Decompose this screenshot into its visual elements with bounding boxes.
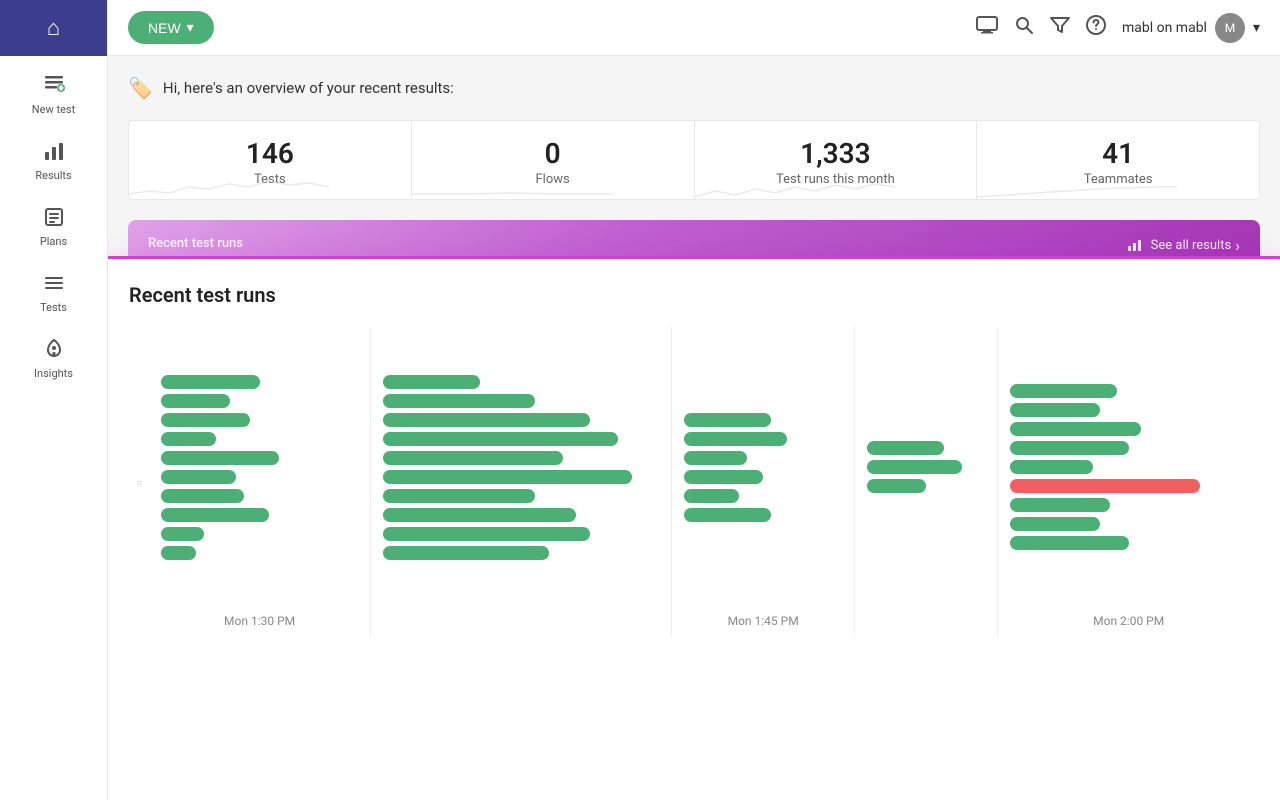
see-all-results-link[interactable]: See all results › xyxy=(1127,236,1240,255)
sidebar-item-new-test[interactable]: New test xyxy=(0,56,107,128)
expanded-panel-title: Recent test runs xyxy=(129,283,1259,307)
tbar-red xyxy=(1010,479,1199,493)
sidebar-item-results-label: Results xyxy=(35,169,71,182)
sidebar-item-plans[interactable]: Plans xyxy=(0,194,107,260)
tbar xyxy=(1010,536,1128,550)
tbar xyxy=(161,375,260,389)
tbar xyxy=(161,508,269,522)
timeline-label-1: Mon 1:30 PM xyxy=(149,610,370,629)
content-area: 🏷️ Hi, here's an overview of your recent… xyxy=(108,56,1280,800)
tbar xyxy=(161,546,196,560)
timeline-label-5: Mon 2:00 PM xyxy=(998,610,1259,629)
help-icon[interactable] xyxy=(1086,15,1106,40)
tbar xyxy=(161,394,230,408)
tests-icon xyxy=(43,272,65,297)
stat-value-teammates: 41 xyxy=(997,137,1239,170)
tbar xyxy=(1010,498,1109,512)
tbar xyxy=(383,413,590,427)
tbar xyxy=(867,460,962,474)
timeline-left-label: ○ xyxy=(134,477,145,488)
tbar xyxy=(161,489,244,503)
tbar xyxy=(383,375,480,389)
insights-icon xyxy=(43,338,65,363)
stat-card-tests[interactable]: 146 Tests xyxy=(129,121,412,199)
tbar xyxy=(684,413,771,427)
tbar xyxy=(684,451,747,465)
stat-value-tests: 146 xyxy=(149,137,391,170)
stat-value-test-runs: 1,333 xyxy=(715,137,957,170)
main-content: NEW ▾ xyxy=(108,0,1280,800)
tbar xyxy=(684,432,787,446)
sparkline-test-runs xyxy=(695,169,895,199)
user-info[interactable]: mabl on mabl M ▾ xyxy=(1122,13,1260,43)
welcome-bar: 🏷️ Hi, here's an overview of your recent… xyxy=(128,76,1260,100)
sidebar-item-insights[interactable]: Insights xyxy=(0,326,107,392)
stat-card-test-runs[interactable]: 1,333 Test runs this month xyxy=(695,121,978,199)
filter-icon[interactable] xyxy=(1050,16,1070,39)
header-actions: mabl on mabl M ▾ xyxy=(976,13,1260,43)
new-test-icon xyxy=(43,72,65,99)
user-text: mabl on mabl xyxy=(1122,20,1207,36)
sidebar-item-plans-label: Plans xyxy=(40,235,67,248)
tbar xyxy=(383,527,590,541)
expanded-recent-runs-panel: Recent test runs ○ xyxy=(108,256,1280,800)
tbar xyxy=(867,479,926,493)
tbar xyxy=(383,546,549,560)
tbar xyxy=(383,470,631,484)
tbar xyxy=(161,527,204,541)
tbar xyxy=(1010,517,1100,531)
tbar xyxy=(1010,422,1140,436)
welcome-icon: 🏷️ xyxy=(128,76,153,100)
top-header: NEW ▾ xyxy=(108,0,1280,56)
welcome-message: Hi, here's an overview of your recent re… xyxy=(163,79,454,97)
sparkline-teammates xyxy=(977,169,1177,199)
tbar xyxy=(684,489,739,503)
new-button[interactable]: NEW ▾ xyxy=(128,11,214,44)
sidebar-item-insights-label: Insights xyxy=(34,367,73,380)
plans-icon xyxy=(43,206,65,231)
timeline-label-3: Mon 1:45 PM xyxy=(672,610,854,629)
tbar xyxy=(1010,403,1100,417)
monitor-icon[interactable] xyxy=(976,16,998,39)
sidebar-item-tests[interactable]: Tests xyxy=(0,260,107,326)
stat-card-flows[interactable]: 0 Flows xyxy=(412,121,695,199)
sidebar-logo: ⌂ xyxy=(0,0,107,56)
tbar xyxy=(1010,384,1116,398)
sidebar: ⌂ New test Results xyxy=(0,0,108,800)
tbar xyxy=(1010,460,1093,474)
tbar xyxy=(684,470,763,484)
stat-card-teammates[interactable]: 41 Teammates xyxy=(977,121,1259,199)
search-icon[interactable] xyxy=(1014,15,1034,40)
tbar xyxy=(383,432,618,446)
results-icon xyxy=(43,140,65,165)
sidebar-item-new-test-label: New test xyxy=(32,103,75,116)
tbar xyxy=(161,470,236,484)
stat-value-flows: 0 xyxy=(432,137,674,170)
tbar xyxy=(684,508,771,522)
tbar xyxy=(383,451,562,465)
tbar xyxy=(383,508,576,522)
tbar xyxy=(161,451,279,465)
recent-runs-banner-title: Recent test runs xyxy=(148,236,1240,251)
tbar xyxy=(867,441,944,455)
sparkline-flows xyxy=(412,169,612,199)
tbar xyxy=(383,489,535,503)
tbar xyxy=(383,394,535,408)
home-icon: ⌂ xyxy=(47,15,60,41)
sparkline-tests xyxy=(129,169,329,199)
tbar xyxy=(161,413,250,427)
stats-row: 146 Tests 0 Flows 1,333 Test runs this m… xyxy=(128,120,1260,200)
sidebar-item-tests-label: Tests xyxy=(40,301,67,314)
avatar: M xyxy=(1215,13,1245,43)
sidebar-item-results[interactable]: Results xyxy=(0,128,107,194)
user-dropdown-arrow: ▾ xyxy=(1253,20,1260,36)
tbar xyxy=(1010,441,1128,455)
tbar xyxy=(161,432,216,446)
